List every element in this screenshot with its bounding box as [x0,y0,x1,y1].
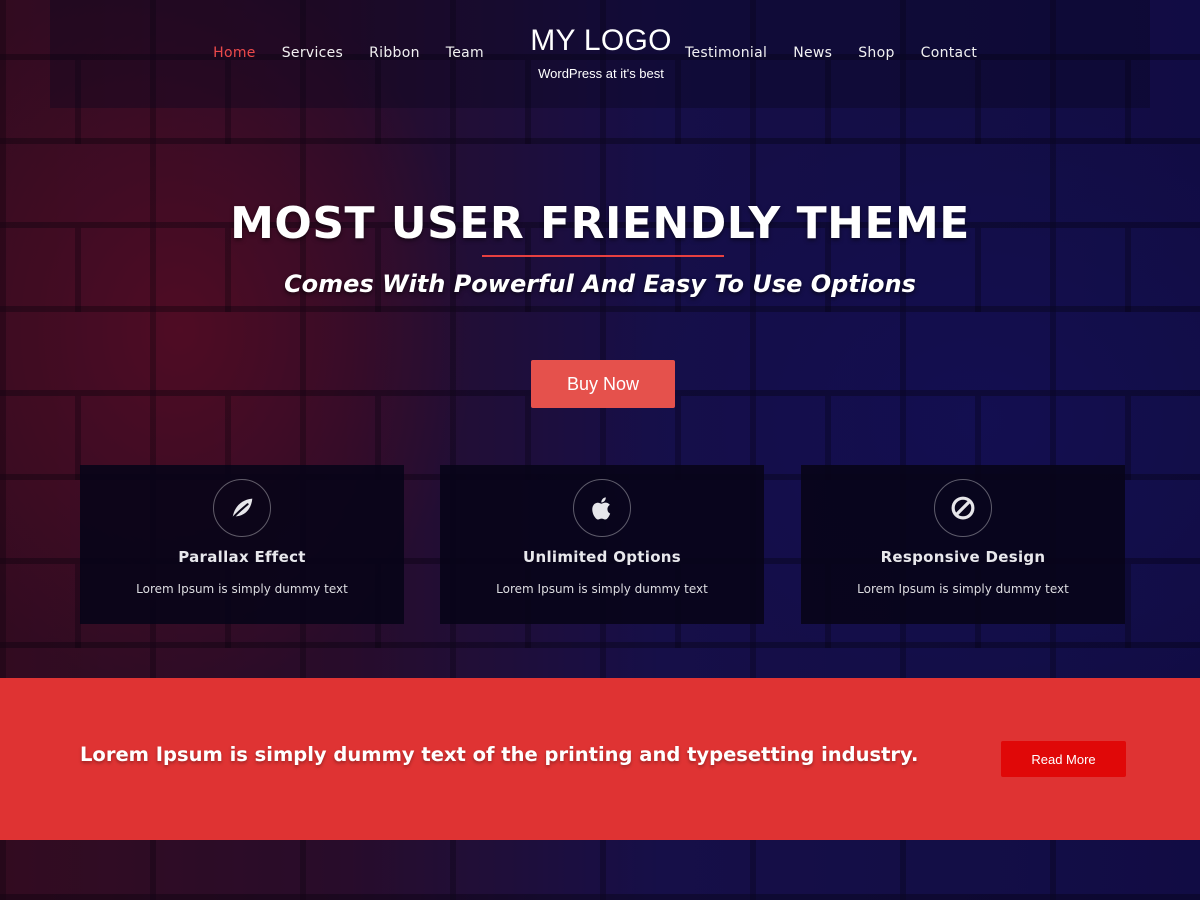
feature-title: Unlimited Options [522,548,682,566]
primary-nav-right: Testimonial News Shop Contact [672,45,990,61]
nav-ribbon[interactable]: Ribbon [356,45,433,61]
feature-text: Lorem Ipsum is simply dummy text [136,582,348,596]
feature-text: Lorem Ipsum is simply dummy text [496,582,708,596]
feature-card-options: Unlimited Options Lorem Ipsum is simply … [440,465,764,624]
nav-shop[interactable]: Shop [845,45,907,61]
feature-title: Responsive Design [880,548,1046,566]
apple-icon [573,479,631,537]
ribbon-text: Lorem Ipsum is simply dummy text of the … [80,743,919,766]
logo-tagline: WordPress at it's best [538,66,664,81]
logo-title[interactable]: MY LOGO [515,24,687,58]
site-header: Home Services Ribbon Team MY LOGO WordPr… [50,0,1150,108]
nav-news[interactable]: News [780,45,845,61]
hero-subtitle: Comes With Powerful And Easy To Use Opti… [284,270,916,298]
nav-contact[interactable]: Contact [908,45,991,61]
ribbon-section: Lorem Ipsum is simply dummy text of the … [0,678,1200,840]
feature-title: Parallax Effect [178,548,306,566]
buy-now-button[interactable]: Buy Now [531,360,675,408]
nav-services[interactable]: Services [269,45,356,61]
ban-icon [934,479,992,537]
nav-testimonial[interactable]: Testimonial [672,45,780,61]
hero-title: MOST USER FRIENDLY THEME [230,198,970,249]
nav-home[interactable]: Home [200,45,269,61]
feature-card-responsive: Responsive Design Lorem Ipsum is simply … [801,465,1125,624]
leaf-icon [213,479,271,537]
primary-nav-left: Home Services Ribbon Team [200,45,497,61]
nav-team[interactable]: Team [433,45,497,61]
feature-text: Lorem Ipsum is simply dummy text [857,582,1069,596]
read-more-button[interactable]: Read More [1001,741,1126,777]
hero-divider [482,255,724,257]
feature-card-parallax: Parallax Effect Lorem Ipsum is simply du… [80,465,404,624]
features-section: Parallax Effect Lorem Ipsum is simply du… [80,465,1125,624]
site-logo[interactable]: MY LOGO WordPress at it's best [515,24,687,81]
